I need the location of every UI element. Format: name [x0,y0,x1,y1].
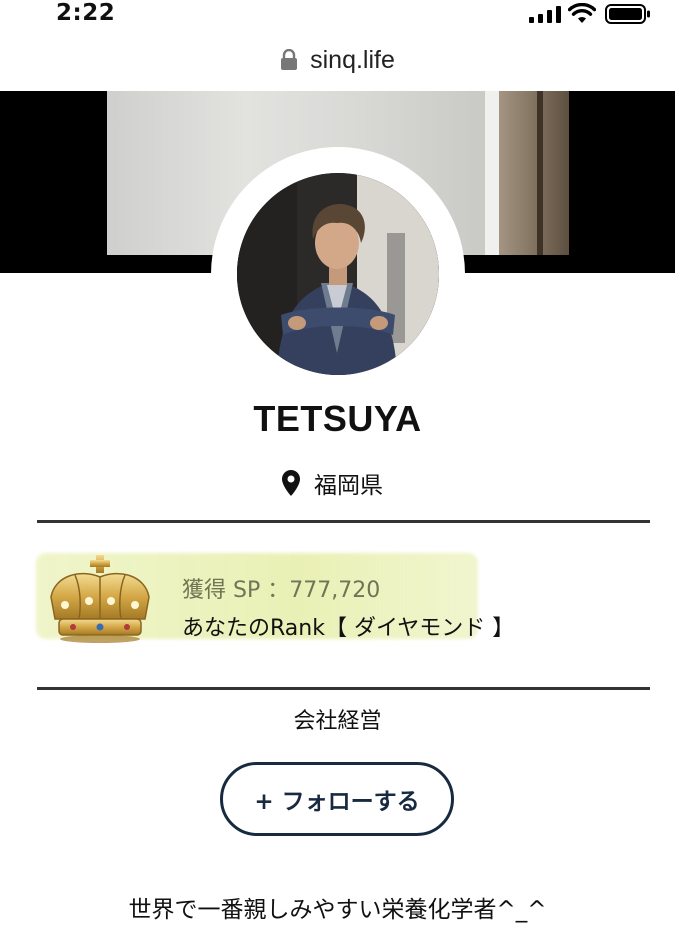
address-bar[interactable]: sinq.life [0,40,675,80]
lock-icon [281,49,298,70]
follow-button-label: + フォローする [254,789,420,815]
profile-name: TETSUYA [253,398,422,439]
points-text: 獲得 SP ：777,720 [182,578,381,603]
url-text: sinq.life [310,45,395,74]
location: 福岡県 [0,466,675,500]
battery-icon [605,4,650,24]
divider [37,520,650,523]
map-pin-icon [282,470,300,496]
divider [37,687,650,690]
follow-button[interactable]: + フォローする [220,762,454,836]
avatar [237,173,439,375]
location-text: 福岡県 [314,473,383,499]
crown-icon [50,555,150,643]
status-time: 2:22 [56,0,116,26]
wifi-icon [568,3,596,23]
status-bar: 2:22 [0,0,675,32]
signal-icon [529,6,561,23]
occupation: 会社経営 [293,709,382,734]
rank-text: あなたのRank【 ダイヤモンド 】 [182,616,515,641]
bio-text: 世界で一番親しみやすい栄養化学者^_^ [128,897,547,923]
